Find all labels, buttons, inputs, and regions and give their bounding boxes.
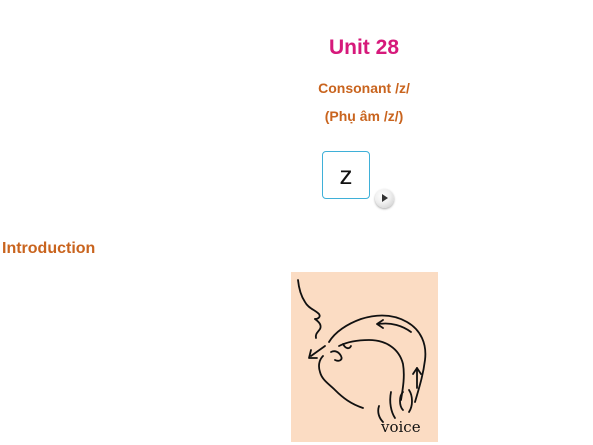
- mouth-diagram: voice: [291, 272, 438, 442]
- introduction-heading: Introduction: [2, 240, 96, 257]
- unit-title: Unit 28: [328, 36, 399, 59]
- phoneme-symbol-box: z: [322, 151, 370, 199]
- mouth-diagram-drawing: [297, 279, 427, 423]
- phoneme-symbol: z: [339, 159, 353, 190]
- unit-subtitle-english: Consonant /z/: [318, 80, 410, 96]
- play-audio-button[interactable]: [375, 189, 394, 208]
- unit-subtitle-vietnamese: (Phụ âm /z/): [324, 108, 404, 124]
- lesson-page: Unit 28 Consonant /z/ (Phụ âm /z/) z Int…: [0, 0, 593, 445]
- voice-label: voice: [381, 418, 421, 436]
